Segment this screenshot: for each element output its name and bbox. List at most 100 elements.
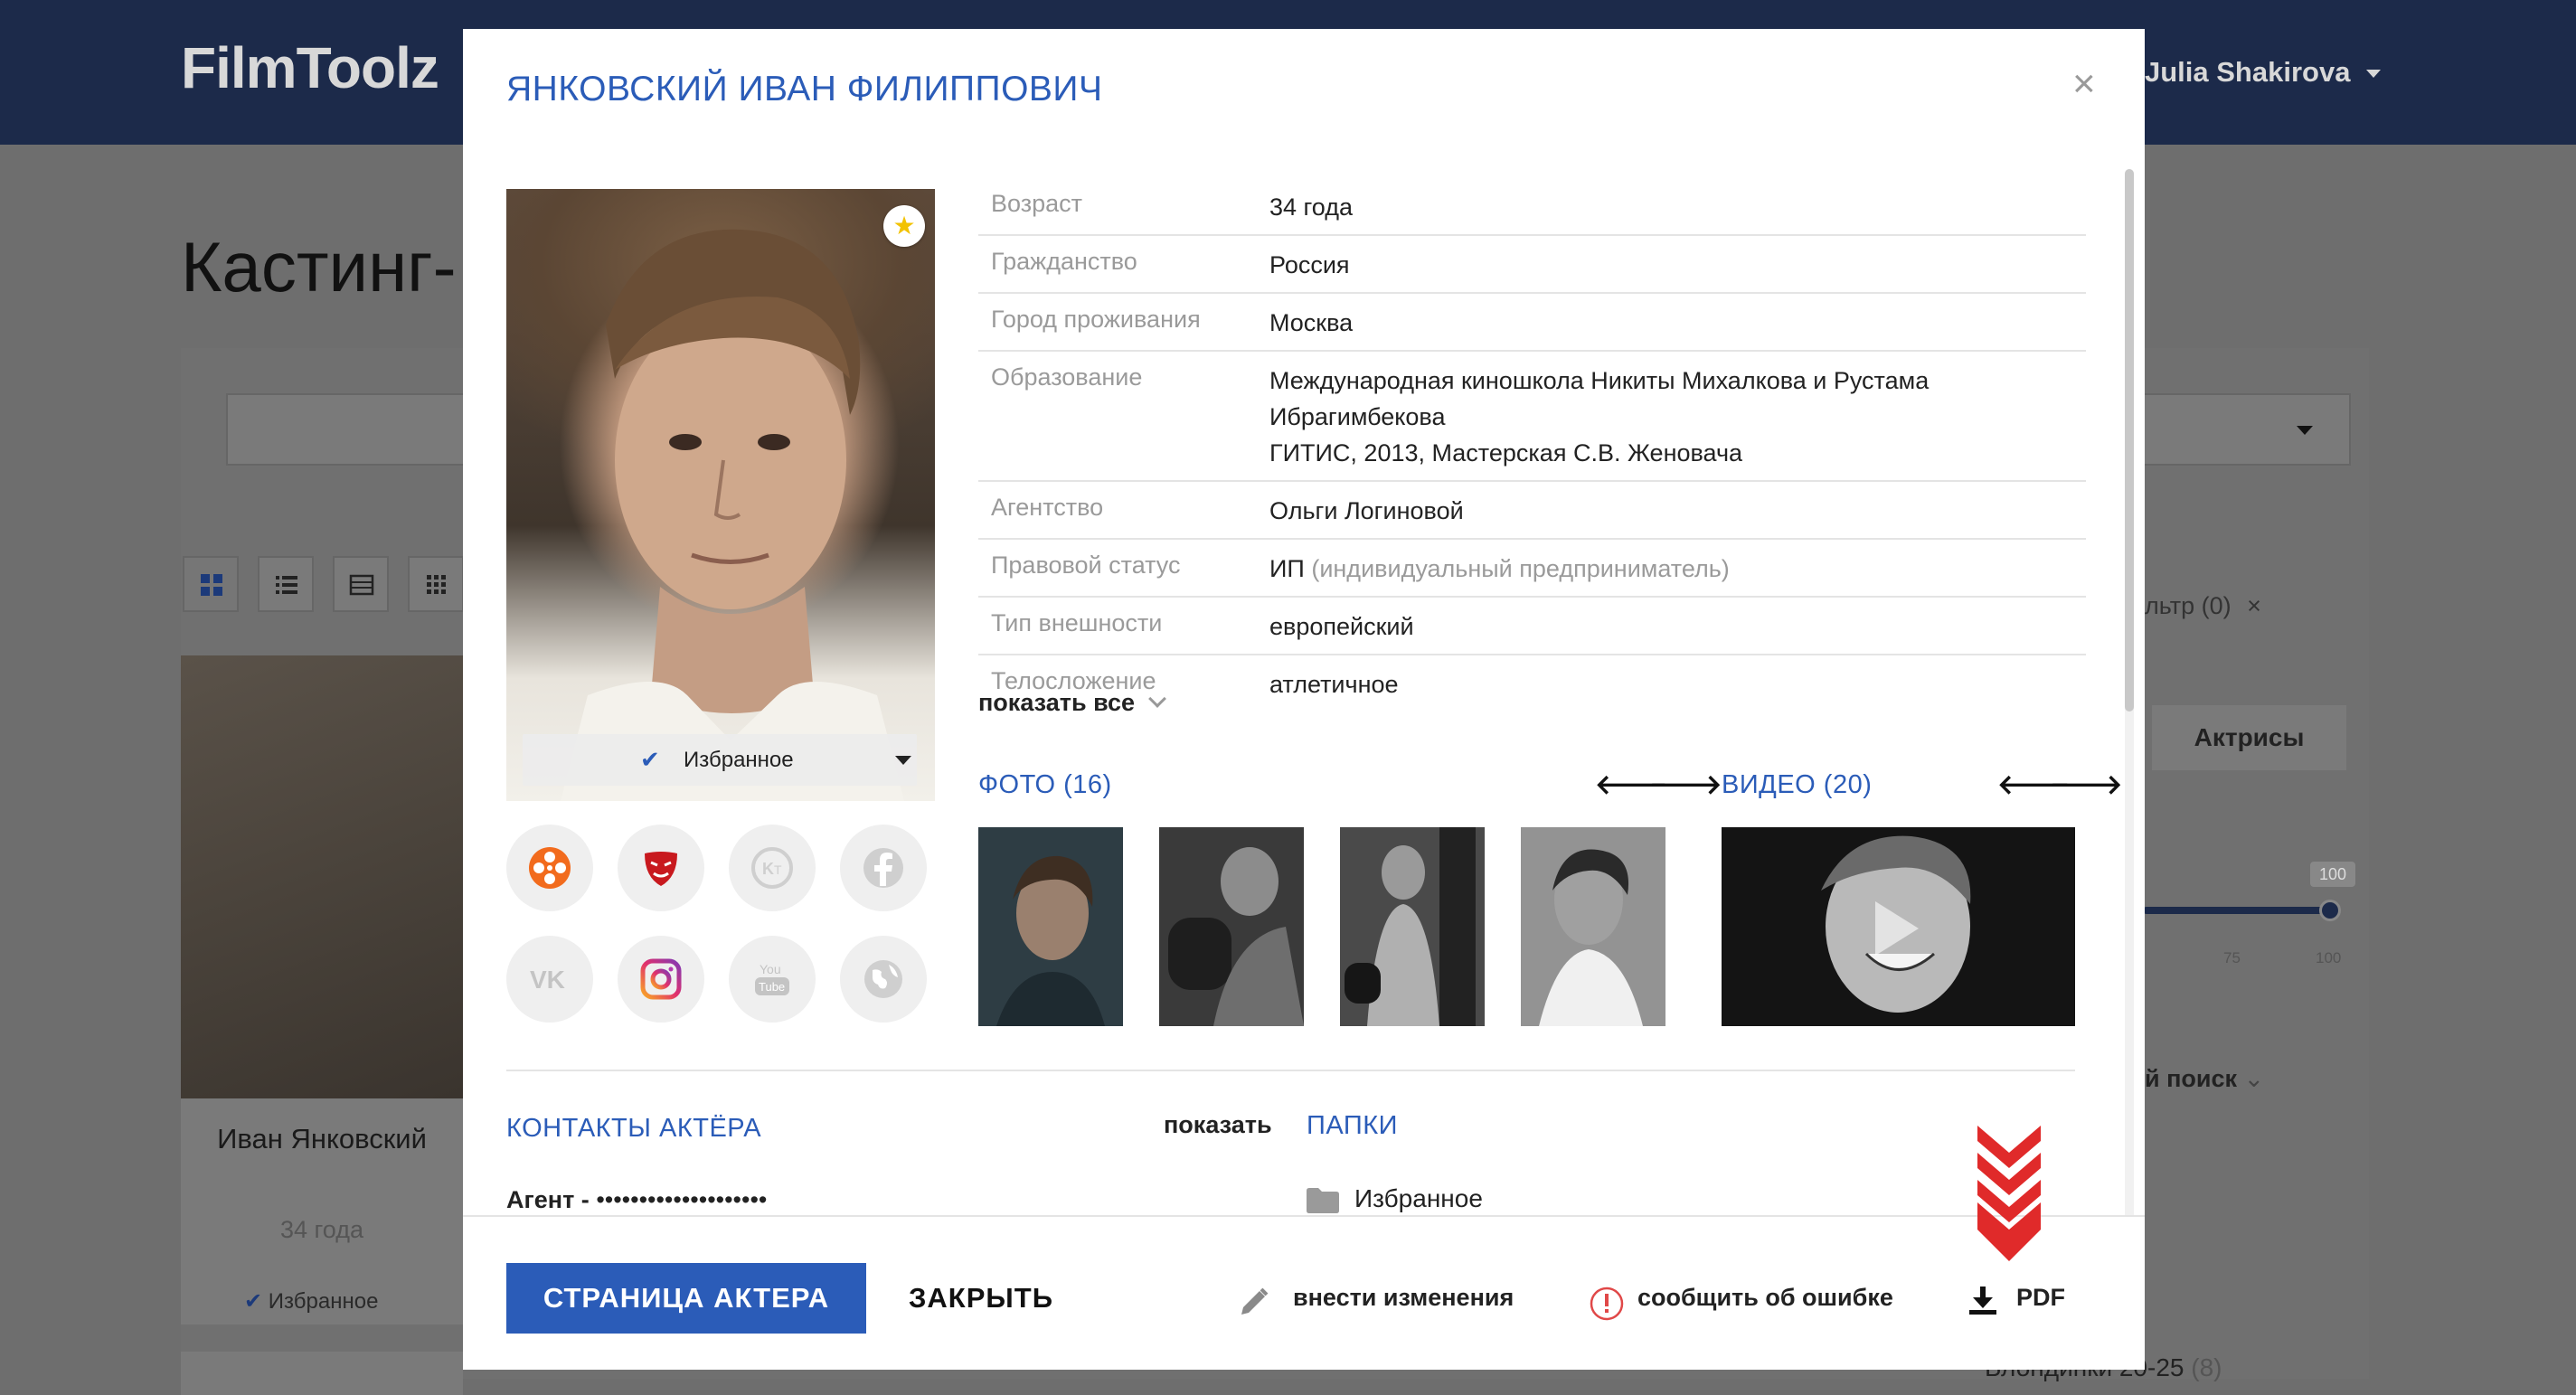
check-icon: ✔: [640, 746, 660, 773]
saved-list-count: (8): [2191, 1353, 2222, 1381]
actor-info-table: Возраст 34 года Гражданство Россия Город…: [978, 178, 2086, 712]
chevron-down-icon: [2297, 426, 2313, 435]
info-label: Возраст: [991, 190, 1082, 217]
advanced-search-toggle[interactable]: й поиск ⌄: [2145, 1065, 2264, 1093]
youtube-icon: You Tube: [755, 962, 789, 995]
photo-thumbnail[interactable]: [1159, 827, 1304, 1026]
kinopoisk-link[interactable]: [506, 825, 593, 911]
alert-circle-icon: [1590, 1287, 1624, 1321]
grid-icon: [201, 574, 222, 596]
education-line: ГИТИС, 2013, Мастерская С.В. Женовача: [1269, 439, 1743, 467]
vk-icon: VK: [530, 966, 565, 994]
vk-link[interactable]: VK: [506, 936, 593, 1023]
play-icon[interactable]: [1875, 901, 1919, 956]
filter-text: льтр (0): [2145, 592, 2232, 619]
info-label: Гражданство: [991, 248, 1137, 275]
app-logo[interactable]: FilmToolz: [181, 34, 439, 101]
photo-thumbnail[interactable]: [1340, 827, 1485, 1026]
photo-image: [1159, 827, 1304, 1026]
photo-thumbnail[interactable]: [978, 827, 1123, 1026]
show-contacts-button[interactable]: показать: [1164, 1111, 1272, 1139]
filter-label[interactable]: льтр (0) ×: [2145, 592, 2261, 620]
actor-card-favorite[interactable]: ✔ Избранное: [244, 1288, 378, 1315]
favorite-dropdown[interactable]: ✔ Избранное: [523, 734, 917, 786]
modal-body[interactable]: ★ ✔ Избранное KT VK You Tube Возраст 34 …: [463, 156, 2145, 1247]
close-icon[interactable]: ×: [2072, 61, 2096, 107]
chevron-down-icon: [1148, 690, 1166, 708]
youtube-link[interactable]: You Tube: [729, 936, 816, 1023]
edit-link[interactable]: внести изменения: [1293, 1275, 1514, 1320]
videos-title[interactable]: ВИДЕО (20): [1722, 770, 1872, 800]
folders-title: ПАПКИ: [1307, 1111, 1398, 1140]
info-label: Город проживания: [991, 306, 1201, 333]
agent-contact: Агент - ••••••••••••••••••••: [506, 1186, 767, 1214]
actor-card-name: Иван Янковский: [217, 1123, 427, 1155]
actor-card-age: 34 года: [280, 1216, 363, 1243]
info-value: атлетичное: [1269, 671, 1399, 698]
age-slider-track[interactable]: [2143, 907, 2333, 914]
portrait-image: [561, 229, 904, 801]
show-all-toggle[interactable]: показать все: [978, 689, 1166, 717]
star-icon[interactable]: ★: [883, 205, 925, 247]
kino-teatr-icon: KT: [751, 847, 793, 889]
folder-icon: [1307, 1188, 1339, 1213]
close-icon[interactable]: ×: [2247, 592, 2261, 619]
list-view-button[interactable]: [258, 556, 314, 612]
favorite-label: Избранное: [684, 748, 794, 772]
grid-view-button[interactable]: [183, 556, 239, 612]
scrollbar-thumb[interactable]: [2125, 169, 2134, 712]
svg-text:Tube: Tube: [759, 980, 785, 994]
photo-thumbnail[interactable]: [1521, 827, 1665, 1026]
dots-grid-icon: [427, 575, 446, 594]
legal-status-detail: (индивидуальный предприниматель): [1311, 555, 1730, 582]
chevron-down-icon: [2366, 70, 2382, 79]
agent-label: Агент -: [506, 1186, 590, 1213]
age-slider-handle[interactable]: [2319, 900, 2341, 921]
download-icon: [1969, 1287, 1996, 1315]
actor-photo[interactable]: ★ ✔ Избранное: [506, 189, 935, 801]
user-name: Julia Shakirova: [2145, 56, 2351, 88]
svg-text:VK: VK: [530, 966, 565, 994]
close-button[interactable]: ЗАКРЫТЬ: [909, 1263, 1053, 1334]
arrow-right-icon[interactable]: 🡒: [2050, 768, 2122, 801]
tab-actresses[interactable]: Актрисы: [2152, 705, 2346, 770]
actor-card[interactable]: [181, 1352, 463, 1395]
globe-icon: [864, 960, 902, 998]
video-thumbnail[interactable]: [1722, 827, 2075, 1026]
modal-title: ЯНКОВСКИЙ ИВАН ФИЛИППОВИЧ: [506, 70, 1103, 108]
actor-modal: ЯНКОВСКИЙ ИВАН ФИЛИППОВИЧ × ★ ✔ Избранно…: [463, 29, 2145, 1370]
folder-item[interactable]: Избранное: [1354, 1184, 1483, 1213]
svg-text:K: K: [762, 860, 774, 878]
chevron-down-icon: ⌄: [2243, 1065, 2265, 1092]
website-link[interactable]: [840, 936, 927, 1023]
scroll-down-chevrons-icon[interactable]: [1973, 1121, 2045, 1266]
agent-value: ••••••••••••••••••••: [596, 1186, 768, 1213]
actor-card-photo: [181, 655, 463, 1098]
show-all-label: показать все: [978, 689, 1136, 716]
user-menu[interactable]: Julia Shakirova: [2145, 56, 2382, 89]
svg-text:T: T: [774, 862, 782, 877]
facebook-icon: [863, 848, 903, 888]
instagram-icon: [640, 958, 682, 1000]
info-row-agency: Агентство Ольги Логиновой: [978, 482, 2086, 540]
actor-page-button[interactable]: СТРАНИЦА АКТЕРА: [506, 1263, 866, 1334]
instagram-link[interactable]: [618, 936, 704, 1023]
kino-teatr-link[interactable]: KT: [729, 825, 816, 911]
photos-title[interactable]: ФОТО (16): [978, 770, 1112, 800]
chevron-down-icon: [895, 756, 911, 765]
photo-image: [978, 827, 1123, 1026]
report-error-link[interactable]: сообщить об ошибке: [1637, 1275, 1893, 1320]
info-row-city: Город проживания Москва: [978, 294, 2086, 352]
info-value: Ольги Логиновой: [1269, 497, 1464, 524]
pdf-link[interactable]: PDF: [2016, 1275, 2065, 1320]
advanced-search-label: й поиск: [2145, 1065, 2238, 1092]
photo-image: [1521, 827, 1665, 1026]
arrow-right-icon[interactable]: 🡒: [1649, 768, 1722, 801]
actor-card[interactable]: Иван Янковский 34 года ✔ Избранное: [181, 655, 463, 1324]
education-line: Ибрагимбекова: [1269, 403, 1446, 430]
info-value: 34 года: [1269, 193, 1353, 221]
facebook-link[interactable]: [840, 825, 927, 911]
theater-link[interactable]: [618, 825, 704, 911]
table-view-button[interactable]: [333, 556, 389, 612]
compact-view-button[interactable]: [408, 556, 464, 612]
